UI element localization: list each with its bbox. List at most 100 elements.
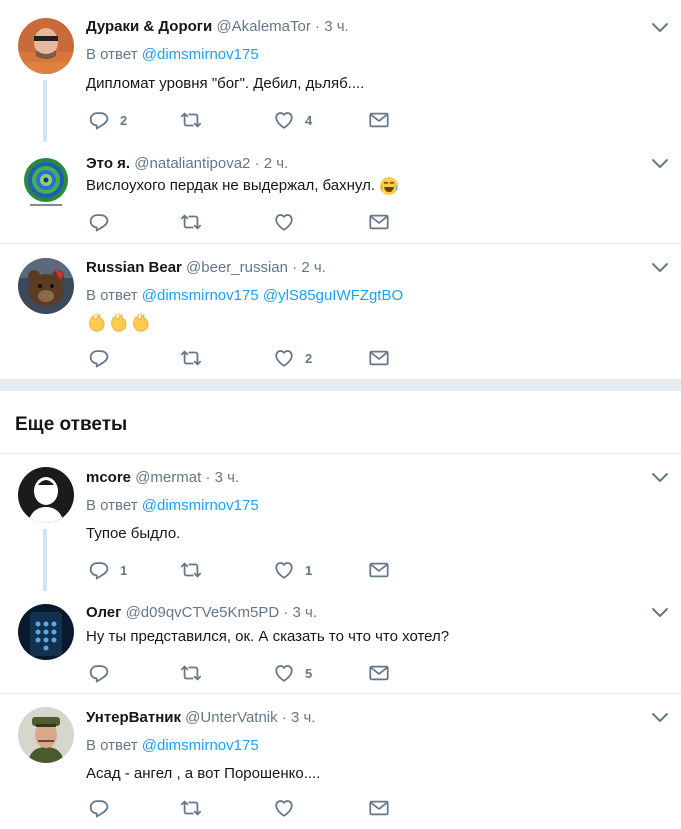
- tears-of-joy-emoji: [379, 176, 399, 196]
- separator-dot: ·: [292, 259, 298, 276]
- like-count: 2: [305, 350, 313, 366]
- reply-button[interactable]: 2: [88, 109, 127, 131]
- direct-message-button[interactable]: [368, 211, 390, 233]
- like-button[interactable]: 5: [273, 662, 312, 684]
- reply-button[interactable]: [88, 662, 110, 684]
- tweet[interactable]: Это я. @nataliantipova2 · 2 ч. Вислоухог…: [0, 140, 681, 243]
- author-handle[interactable]: @UnterVatnik: [185, 709, 277, 726]
- timestamp[interactable]: 3 ч.: [291, 709, 316, 726]
- clapping-hands-emoji: [86, 311, 108, 333]
- tweet[interactable]: Russian Bear @beer_russian · 2 ч. В отве…: [0, 244, 681, 379]
- timestamp[interactable]: 3 ч.: [215, 469, 240, 486]
- tweet-text-content: Вислоухого пердак не выдержал, бахнул.: [86, 176, 375, 194]
- retweet-button[interactable]: [180, 211, 202, 233]
- direct-message-button[interactable]: [368, 797, 390, 819]
- mention-link[interactable]: @dimsmirnov175: [142, 497, 259, 514]
- avatar[interactable]: [18, 18, 74, 74]
- tweet-actions: [86, 797, 406, 819]
- reply-button[interactable]: [88, 797, 110, 819]
- direct-message-button[interactable]: [368, 347, 390, 369]
- like-count: 5: [305, 665, 313, 681]
- chevron-down-icon[interactable]: [651, 607, 669, 619]
- mention-link[interactable]: @dimsmirnov175: [142, 737, 259, 754]
- heart-icon: [273, 347, 295, 369]
- direct-message-button[interactable]: [368, 559, 390, 581]
- reply-icon: [88, 347, 110, 369]
- like-button[interactable]: [273, 797, 295, 819]
- avatar[interactable]: [18, 707, 74, 763]
- tweet[interactable]: УнтерВатник @UnterVatnik · 3 ч. В ответ …: [0, 694, 681, 829]
- author-handle[interactable]: @beer_russian: [186, 259, 288, 276]
- reply-icon: [88, 662, 110, 684]
- separator-dot: ·: [315, 18, 321, 35]
- envelope-icon: [368, 559, 390, 581]
- timestamp[interactable]: 3 ч.: [293, 604, 318, 621]
- reply-icon: [88, 797, 110, 819]
- tweet-header: Олег @d09qvCTVe5Km5PD · 3 ч.: [86, 604, 317, 621]
- retweet-button[interactable]: [180, 662, 202, 684]
- reply-prefix: В ответ: [86, 737, 138, 754]
- author-handle[interactable]: @nataliantipova2: [134, 155, 250, 172]
- reply-button[interactable]: [88, 211, 110, 233]
- like-button[interactable]: 1: [273, 559, 312, 581]
- direct-message-button[interactable]: [368, 662, 390, 684]
- author-name[interactable]: УнтерВатник: [86, 709, 181, 726]
- envelope-icon: [368, 211, 390, 233]
- tweet[interactable]: Олег @d09qvCTVe5Km5PD · 3 ч. Ну ты предс…: [0, 591, 681, 693]
- retweet-button[interactable]: [180, 347, 202, 369]
- thread-line: [43, 80, 47, 142]
- author-name[interactable]: Олег: [86, 604, 121, 621]
- chevron-down-icon[interactable]: [651, 22, 669, 34]
- chevron-down-icon[interactable]: [651, 262, 669, 274]
- direct-message-button[interactable]: [368, 109, 390, 131]
- tweet-header: Russian Bear @beer_russian · 2 ч.: [86, 259, 326, 276]
- retweet-button[interactable]: [180, 797, 202, 819]
- chevron-down-icon[interactable]: [651, 712, 669, 724]
- like-button[interactable]: 2: [273, 347, 312, 369]
- mention-link[interactable]: @dimsmirnov175: [142, 287, 259, 304]
- author-name[interactable]: Дураки & Дороги: [86, 18, 212, 35]
- avatar[interactable]: [18, 604, 74, 660]
- reply-button[interactable]: [88, 347, 110, 369]
- tweet-text: Вислоухого пердак не выдержал, бахнул.: [86, 176, 399, 196]
- tweet[interactable]: mcore @mermat · 3 ч. В ответ @dimsmirnov…: [0, 454, 681, 591]
- tweet-text: Ну ты представился, ок. А сказать то что…: [86, 628, 450, 645]
- author-handle[interactable]: @mermat: [135, 469, 201, 486]
- like-button[interactable]: 4: [273, 109, 312, 131]
- separator-dot: ·: [283, 604, 289, 621]
- reply-context: В ответ @dimsmirnov175 @ylS85guIWFZgtBO: [86, 287, 403, 304]
- retweet-button[interactable]: [180, 109, 202, 131]
- reply-icon: [88, 559, 110, 581]
- tweet-actions: 1 1: [86, 559, 406, 581]
- retweet-button[interactable]: [180, 559, 202, 581]
- author-name[interactable]: Russian Bear: [86, 259, 182, 276]
- tweet-header: mcore @mermat · 3 ч.: [86, 469, 239, 486]
- retweet-icon: [180, 662, 202, 684]
- chevron-down-icon[interactable]: [651, 158, 669, 170]
- like-button[interactable]: [273, 211, 295, 233]
- avatar[interactable]: [18, 467, 74, 523]
- avatar[interactable]: [18, 155, 74, 211]
- reply-button[interactable]: 1: [88, 559, 127, 581]
- reply-context: В ответ @dimsmirnov175: [86, 46, 259, 63]
- tweet-text: Асад - ангел , а вот Порошенко....: [86, 765, 321, 782]
- clapping-hands-emoji: [108, 311, 130, 333]
- tweet-actions: [86, 211, 406, 233]
- author-name[interactable]: Это я.: [86, 155, 130, 172]
- envelope-icon: [368, 109, 390, 131]
- timestamp[interactable]: 2 ч.: [264, 155, 289, 172]
- tweet-actions: 5: [86, 662, 406, 684]
- avatar[interactable]: [18, 258, 74, 314]
- timestamp[interactable]: 2 ч.: [301, 259, 326, 276]
- author-name[interactable]: mcore: [86, 469, 131, 486]
- mention-link[interactable]: @ylS85guIWFZgtBO: [263, 287, 403, 304]
- envelope-icon: [368, 797, 390, 819]
- heart-icon: [273, 211, 295, 233]
- chevron-down-icon[interactable]: [651, 472, 669, 484]
- author-handle[interactable]: @AkalemaTor: [216, 18, 310, 35]
- tweet-header: Это я. @nataliantipova2 · 2 ч.: [86, 155, 288, 172]
- author-handle[interactable]: @d09qvCTVe5Km5PD: [126, 604, 280, 621]
- timestamp[interactable]: 3 ч.: [324, 18, 349, 35]
- mention-link[interactable]: @dimsmirnov175: [142, 46, 259, 63]
- tweet[interactable]: Дураки & Дороги @AkalemaTor · 3 ч. В отв…: [0, 0, 681, 142]
